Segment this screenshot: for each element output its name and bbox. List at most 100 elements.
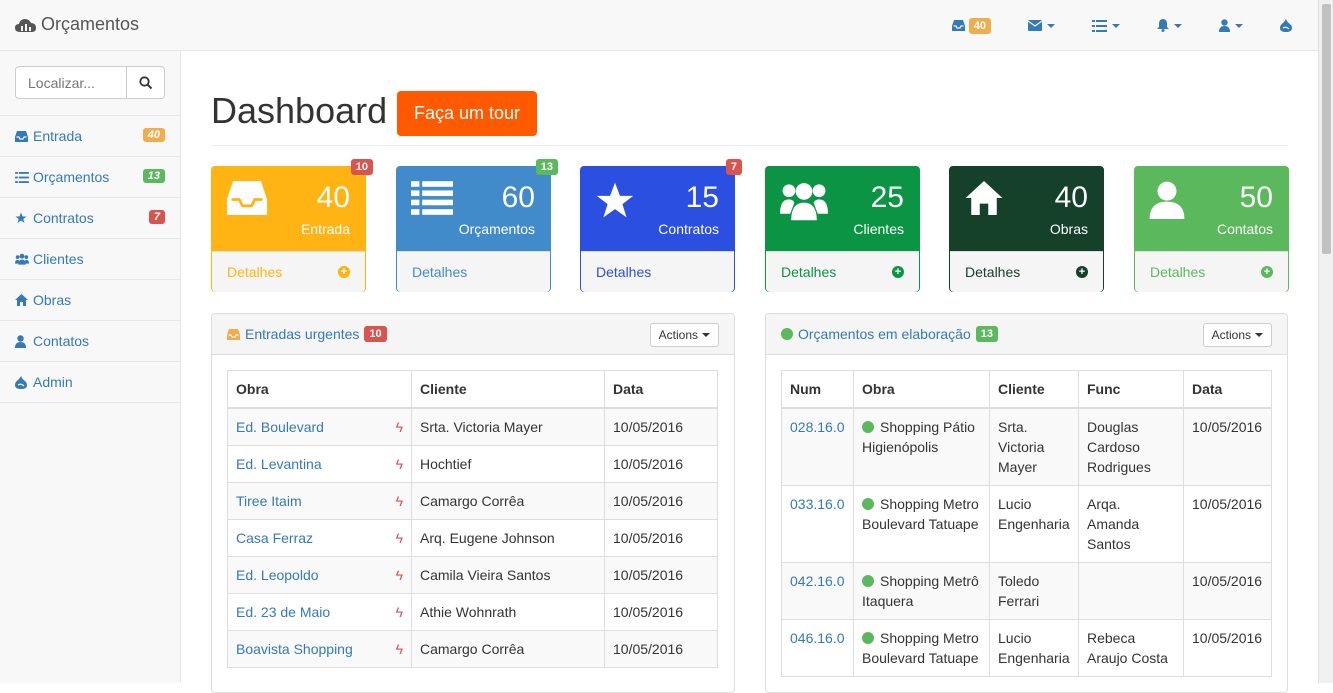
card-label: Entrada (300, 221, 350, 237)
details-label: Detalhes (227, 264, 283, 280)
list-icon (1092, 19, 1107, 32)
scrollbar-thumb[interactable] (1322, 4, 1331, 254)
card-details-link[interactable]: Detalhes + (1135, 251, 1288, 292)
panel-title[interactable]: Orçamentos em elaboração 13 (781, 326, 999, 342)
users-icon (15, 253, 29, 265)
actions-dropdown[interactable]: Actions (1202, 323, 1272, 347)
inbox-icon (226, 181, 268, 218)
card-details-link[interactable]: Detalhes + (212, 251, 365, 292)
num-link[interactable]: 042.16.0 (790, 573, 845, 589)
card-details-link[interactable]: Detalhes (397, 251, 550, 292)
bolt-icon: ϟ (395, 456, 403, 472)
table-header-row: Num Obra Cliente Func Data (781, 370, 1272, 409)
sidebar-badge: 40 (142, 128, 165, 142)
cliente-cell: Hochtief (411, 445, 605, 483)
card-badge: 7 (725, 159, 742, 175)
cliente-cell: Lucio Engenharia (989, 619, 1079, 677)
nav-alerts[interactable] (1157, 19, 1182, 32)
sidebar-item-orcamentos[interactable]: Orçamentos 13 (0, 157, 180, 198)
sidebar-item-clientes[interactable]: Clientes (0, 239, 180, 280)
search-input[interactable] (15, 66, 127, 99)
cloud-chart-icon (15, 18, 36, 32)
data-cell: 10/05/2016 (604, 593, 718, 631)
inbox-badge: 40 (968, 17, 991, 34)
sidebar-item-contratos[interactable]: Contratos 7 (0, 198, 180, 239)
sidebar-search (15, 66, 165, 99)
table-row: Ed. Leopoldo ϟ Camila Vieira Santos 10/05/2… (227, 556, 718, 594)
obra-cell: Shopping Pátio Higienópolis (853, 407, 990, 486)
status-dot-icon (862, 575, 874, 587)
obra-link[interactable]: Casa Ferraz (236, 530, 313, 546)
home-icon (15, 294, 29, 306)
sidebar-item-label: Orçamentos (33, 169, 110, 185)
sidebar-item-label: Entrada (33, 128, 83, 144)
plus-circle-icon: + (1076, 266, 1088, 278)
table-row: 028.16.0 Shopping Pátio Higienópolis Srta.… (781, 407, 1272, 486)
nav-inbox[interactable]: 40 (951, 17, 991, 34)
card-value: 50 (1239, 181, 1273, 214)
obra-link[interactable]: Boavista Shopping (236, 641, 353, 657)
tour-button[interactable]: Faça um tour (397, 91, 537, 136)
num-link[interactable]: 046.16.0 (790, 630, 845, 646)
panel-title-text: Orçamentos em elaboração (798, 326, 971, 342)
obra-link[interactable]: Ed. Levantina (236, 456, 322, 472)
column-header: Obra (853, 370, 990, 409)
nav-user[interactable] (1219, 19, 1243, 32)
data-cell: 10/05/2016 (1183, 619, 1272, 677)
card-value: 40 (1054, 181, 1088, 214)
sidebar-item-label: Contatos (33, 333, 90, 349)
details-label: Detalhes (1150, 264, 1206, 280)
obra-link[interactable]: Ed. Leopoldo (236, 567, 319, 583)
urgent-table: Obra Cliente Data Ed. Boulevard ϟ Srta. Vi… (227, 370, 718, 668)
nav-tasks[interactable] (1092, 19, 1120, 32)
sidebar-item-contatos[interactable]: Contatos (0, 321, 180, 362)
status-dot-icon (862, 632, 874, 644)
orcamentos-table: Num Obra Cliente Func Data 028.16.0 Shopp… (781, 370, 1272, 677)
sidebar-item-admin[interactable]: Admin (0, 362, 180, 403)
obra-cell: Shopping Metro Boulevard Tatuape (853, 619, 990, 677)
card-clientes: 25 Clientes Detalhes + (765, 166, 920, 292)
panel-entradas-urgentes: Entradas urgentes 10 Actions Obra Client… (211, 313, 735, 693)
details-label: Detalhes (596, 264, 652, 280)
column-header: Cliente (411, 370, 605, 409)
nav-messages[interactable] (1028, 20, 1055, 31)
brand[interactable]: Orçamentos (15, 14, 139, 35)
card-details-link[interactable]: Detalhes + (766, 251, 919, 292)
card-obras: 40 Obras Detalhes + (949, 166, 1104, 292)
sidebar-item-obras[interactable]: Obras (0, 280, 180, 321)
table-row: Tiree Itaim ϟ Camargo Corrêa 10/05/2016 (227, 482, 718, 520)
table-header-row: Obra Cliente Data (227, 370, 718, 409)
actions-label: Actions (1211, 328, 1251, 342)
sidebar-badge: 7 (148, 210, 165, 224)
data-cell: 10/05/2016 (1183, 485, 1272, 563)
num-link[interactable]: 033.16.0 (790, 496, 845, 512)
num-link[interactable]: 028.16.0 (790, 419, 845, 435)
nav-admin[interactable] (1280, 19, 1292, 32)
search-button[interactable] (127, 66, 165, 99)
func-cell (1078, 562, 1184, 620)
obra-link[interactable]: Ed. Boulevard (236, 419, 324, 435)
column-header: Data (1183, 370, 1272, 409)
details-label: Detalhes (412, 264, 468, 280)
cliente-cell: Srta. Victoria Mayer (989, 407, 1079, 486)
bell-icon (1157, 19, 1169, 32)
obra-link[interactable]: Tiree Itaim (236, 493, 302, 509)
actions-dropdown[interactable]: Actions (649, 323, 719, 347)
panel-title-text: Entradas urgentes (245, 326, 360, 342)
search-icon (139, 76, 152, 89)
status-dot-icon (862, 421, 874, 433)
panel-title[interactable]: Entradas urgentes 10 (227, 326, 387, 342)
star-icon (595, 181, 635, 222)
card-entrada: 40 Entrada 10 Detalhes + (211, 159, 373, 292)
status-dot-icon (862, 498, 874, 510)
card-details-link[interactable]: Detalhes (581, 251, 734, 292)
chevron-down-icon (1112, 23, 1120, 28)
bolt-icon: ϟ (395, 567, 403, 583)
obra-link[interactable]: Ed. 23 de Maio (236, 604, 330, 620)
inbox-icon (15, 130, 29, 142)
card-details-link[interactable]: Detalhes + (950, 251, 1103, 292)
vertical-scrollbar[interactable] (1318, 0, 1333, 683)
card-label: Contatos (1216, 221, 1273, 237)
obra-text: Shopping Metro Boulevard Tatuape (862, 630, 979, 666)
sidebar-item-entrada[interactable]: Entrada 40 (0, 116, 180, 157)
